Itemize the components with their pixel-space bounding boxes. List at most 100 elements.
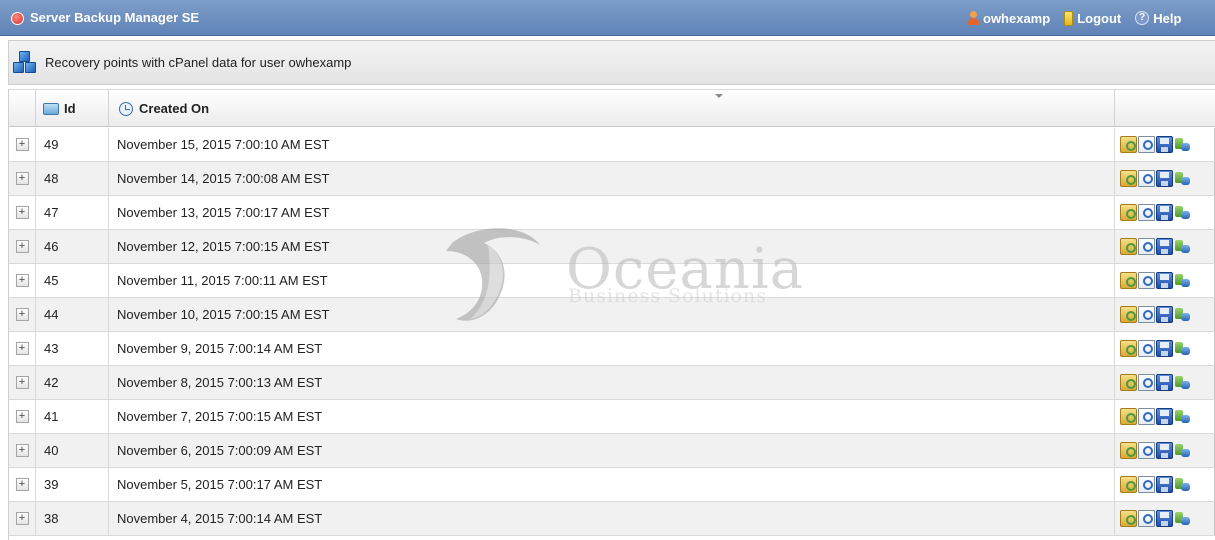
- expand-cell: +: [9, 196, 36, 229]
- save-icon[interactable]: [1156, 306, 1173, 323]
- cell-created-on: November 10, 2015 7:00:15 AM EST: [109, 298, 1115, 331]
- browse-files-icon[interactable]: [1120, 204, 1137, 221]
- table-row[interactable]: +41 November 7, 2015 7:00:15 AM EST: [9, 400, 1215, 434]
- view-icon[interactable]: [1138, 442, 1155, 459]
- view-icon[interactable]: [1138, 170, 1155, 187]
- save-icon[interactable]: [1156, 136, 1173, 153]
- sort-arrow-icon[interactable]: [715, 94, 723, 98]
- browse-files-icon[interactable]: [1120, 306, 1137, 323]
- save-icon[interactable]: [1156, 374, 1173, 391]
- restore-icon[interactable]: [1174, 476, 1191, 493]
- cell-created-on: November 4, 2015 7:00:14 AM EST: [109, 502, 1115, 535]
- row-actions: [1115, 230, 1215, 263]
- save-icon[interactable]: [1156, 442, 1173, 459]
- browse-files-icon[interactable]: [1120, 238, 1137, 255]
- logout-link[interactable]: Logout: [1064, 10, 1121, 26]
- grid-body: +49 November 15, 2015 7:00:10 AM EST +48 No…: [9, 128, 1215, 536]
- expand-row-button[interactable]: +: [15, 410, 29, 423]
- row-actions: [1115, 502, 1215, 535]
- restore-icon[interactable]: [1174, 374, 1191, 391]
- save-icon[interactable]: [1156, 170, 1173, 187]
- header-id[interactable]: Id: [36, 90, 109, 127]
- expand-row-button[interactable]: +: [15, 478, 29, 491]
- table-row[interactable]: +39 November 5, 2015 7:00:17 AM EST: [9, 468, 1215, 502]
- view-icon[interactable]: [1138, 510, 1155, 527]
- restore-icon[interactable]: [1174, 204, 1191, 221]
- table-row[interactable]: +42 November 8, 2015 7:00:13 AM EST: [9, 366, 1215, 400]
- browse-files-icon[interactable]: [1120, 170, 1137, 187]
- restore-icon[interactable]: [1174, 272, 1191, 289]
- browse-files-icon[interactable]: [1120, 408, 1137, 425]
- expand-row-button[interactable]: +: [15, 172, 29, 185]
- expand-row-button[interactable]: +: [15, 206, 29, 219]
- restore-icon[interactable]: [1174, 170, 1191, 187]
- expand-row-button[interactable]: +: [15, 376, 29, 389]
- restore-icon[interactable]: [1174, 408, 1191, 425]
- save-icon[interactable]: [1156, 238, 1173, 255]
- cell-created-on: November 11, 2015 7:00:11 AM EST: [109, 264, 1115, 297]
- table-row[interactable]: +45 November 11, 2015 7:00:11 AM EST: [9, 264, 1215, 298]
- table-row[interactable]: +44 November 10, 2015 7:00:15 AM EST: [9, 298, 1215, 332]
- restore-icon[interactable]: [1174, 136, 1191, 153]
- view-icon[interactable]: [1138, 476, 1155, 493]
- save-icon[interactable]: [1156, 510, 1173, 527]
- view-icon[interactable]: [1138, 374, 1155, 391]
- recovery-points-icon: [13, 50, 37, 75]
- table-row[interactable]: +46 November 12, 2015 7:00:15 AM EST: [9, 230, 1215, 264]
- row-actions: [1115, 196, 1215, 229]
- save-icon[interactable]: [1156, 340, 1173, 357]
- browse-files-icon[interactable]: [1120, 272, 1137, 289]
- cell-id: 46: [36, 230, 109, 263]
- restore-icon[interactable]: [1174, 238, 1191, 255]
- user-icon: [968, 11, 979, 25]
- row-actions: [1115, 400, 1215, 433]
- table-row[interactable]: +48 November 14, 2015 7:00:08 AM EST: [9, 162, 1215, 196]
- save-icon[interactable]: [1156, 476, 1173, 493]
- view-icon[interactable]: [1138, 340, 1155, 357]
- expand-cell: +: [9, 332, 36, 365]
- table-row[interactable]: +40 November 6, 2015 7:00:09 AM EST: [9, 434, 1215, 468]
- view-icon[interactable]: [1138, 136, 1155, 153]
- user-menu[interactable]: owhexamp: [968, 11, 1050, 26]
- view-icon[interactable]: [1138, 306, 1155, 323]
- cell-id: 38: [36, 502, 109, 535]
- expand-row-button[interactable]: +: [15, 308, 29, 321]
- browse-files-icon[interactable]: [1120, 510, 1137, 527]
- view-icon[interactable]: [1138, 238, 1155, 255]
- app-title: Server Backup Manager SE: [11, 0, 199, 36]
- cell-id: 47: [36, 196, 109, 229]
- browse-files-icon[interactable]: [1120, 476, 1137, 493]
- cell-created-on: November 5, 2015 7:00:17 AM EST: [109, 468, 1115, 501]
- expand-row-button[interactable]: +: [15, 444, 29, 457]
- page-title: Recovery points with cPanel data for use…: [45, 55, 352, 70]
- expand-row-button[interactable]: +: [15, 512, 29, 525]
- browse-files-icon[interactable]: [1120, 136, 1137, 153]
- view-icon[interactable]: [1138, 408, 1155, 425]
- browse-files-icon[interactable]: [1120, 340, 1137, 357]
- table-row[interactable]: +43 November 9, 2015 7:00:14 AM EST: [9, 332, 1215, 366]
- browse-files-icon[interactable]: [1120, 374, 1137, 391]
- header-created-on[interactable]: Created On: [109, 90, 1115, 127]
- expand-row-button[interactable]: +: [15, 240, 29, 253]
- table-row[interactable]: +38 November 4, 2015 7:00:14 AM EST: [9, 502, 1215, 536]
- table-row[interactable]: +49 November 15, 2015 7:00:10 AM EST: [9, 128, 1215, 162]
- restore-icon[interactable]: [1174, 306, 1191, 323]
- browse-files-icon[interactable]: [1120, 442, 1137, 459]
- save-icon[interactable]: [1156, 204, 1173, 221]
- expand-row-button[interactable]: +: [15, 274, 29, 287]
- table-row[interactable]: +47 November 13, 2015 7:00:17 AM EST: [9, 196, 1215, 230]
- help-link[interactable]: ? Help: [1135, 11, 1181, 26]
- expand-cell: +: [9, 434, 36, 467]
- cell-created-on: November 12, 2015 7:00:15 AM EST: [109, 230, 1115, 263]
- expand-row-button[interactable]: +: [15, 342, 29, 355]
- restore-icon[interactable]: [1174, 510, 1191, 527]
- cell-created-on: November 8, 2015 7:00:13 AM EST: [109, 366, 1115, 399]
- restore-icon[interactable]: [1174, 340, 1191, 357]
- view-icon[interactable]: [1138, 204, 1155, 221]
- expand-row-button[interactable]: +: [15, 138, 29, 151]
- restore-icon[interactable]: [1174, 442, 1191, 459]
- save-icon[interactable]: [1156, 408, 1173, 425]
- save-icon[interactable]: [1156, 272, 1173, 289]
- app-logo-icon: [11, 11, 24, 25]
- view-icon[interactable]: [1138, 272, 1155, 289]
